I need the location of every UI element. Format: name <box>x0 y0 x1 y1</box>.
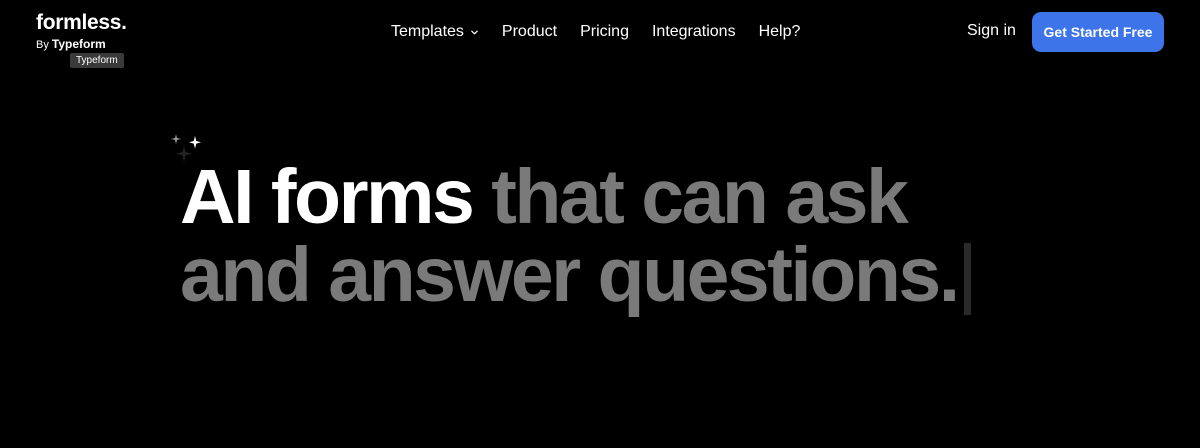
hero-line1-bright: AI forms <box>180 154 475 240</box>
hero-headline: AI forms that can ask and answer questio… <box>180 158 971 315</box>
page: formless. By Typeform Typeform Templates… <box>0 0 1200 448</box>
logo-wordmark: formless. <box>36 11 127 34</box>
get-started-button[interactable]: Get Started Free <box>1032 12 1164 52</box>
chevron-down-icon <box>471 30 478 34</box>
nav-item-label: Pricing <box>580 23 629 40</box>
nav-item-help[interactable]: Help? <box>759 22 801 42</box>
hero-line2-dim: and answer questions. <box>180 232 960 318</box>
logo[interactable]: formless. By Typeform Typeform <box>36 11 127 68</box>
nav-item-pricing[interactable]: Pricing <box>580 22 629 42</box>
logo-tooltip: Typeform <box>70 53 124 68</box>
nav-item-label: Integrations <box>651 23 736 40</box>
nav-item-product[interactable]: Product <box>502 22 557 42</box>
nav-item-integrations[interactable]: Integrations <box>652 22 736 42</box>
sign-in-link[interactable]: Sign in <box>967 22 1016 40</box>
main-nav: Templates Product Pricing Integrations H… <box>391 22 800 42</box>
nav-item-templates[interactable]: Templates <box>391 22 479 42</box>
text-cursor-icon <box>963 243 971 315</box>
nav-item-label: Templates <box>391 23 464 40</box>
nav-item-label: Product <box>501 23 558 40</box>
hero-line1-dim: that can ask <box>491 154 909 240</box>
logo-by-prefix: By <box>36 39 49 51</box>
nav-item-label: Help? <box>758 23 801 40</box>
logo-byline: By Typeform <box>36 37 106 51</box>
logo-by-brand: Typeform <box>51 37 106 51</box>
